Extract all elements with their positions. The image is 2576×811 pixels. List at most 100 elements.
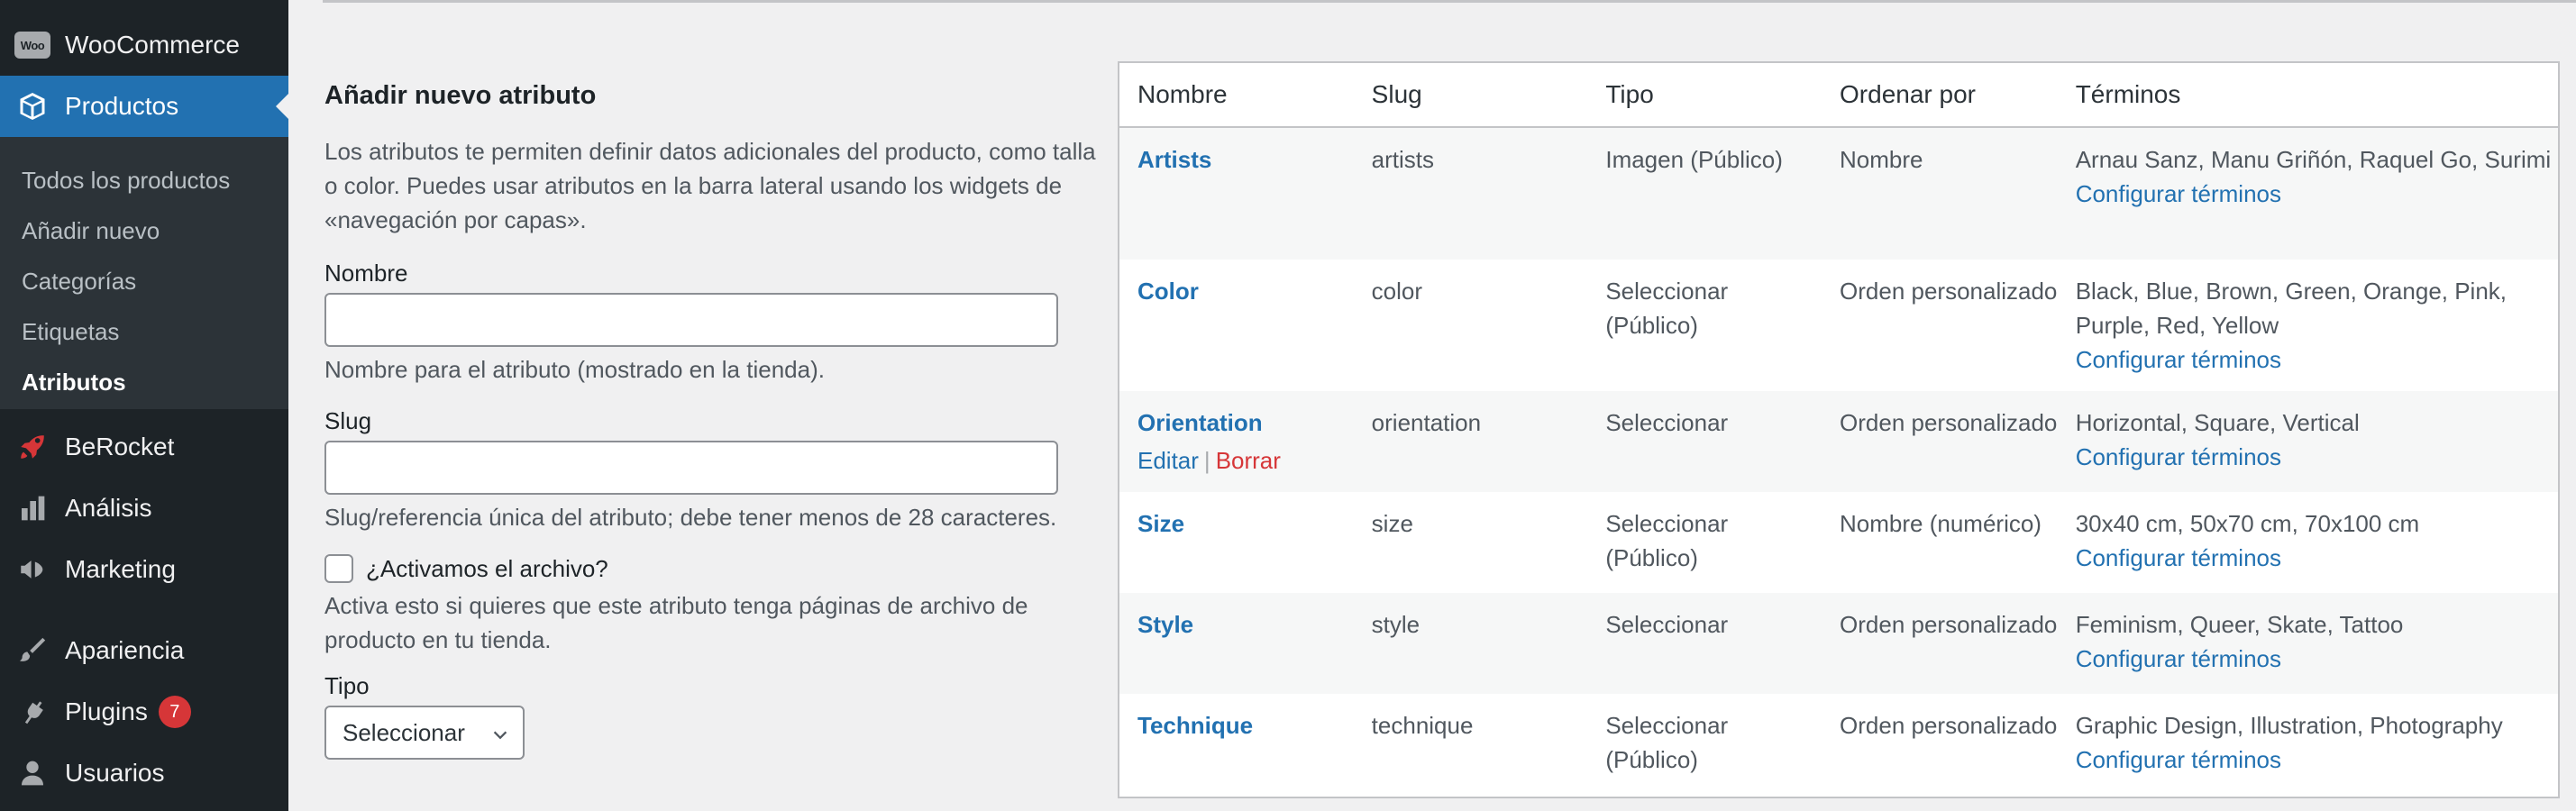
archive-label: ¿Activamos el archivo? <box>366 554 608 582</box>
menu-marketing-label: Marketing <box>65 555 176 583</box>
add-attribute-form: Añadir nuevo atributo Los atributos te p… <box>324 81 1100 760</box>
attribute-slug: size <box>1371 510 1413 537</box>
slug-label: Slug <box>324 407 372 434</box>
configure-terms-link[interactable]: Configurar términos <box>2076 541 2558 575</box>
attributes-table: Nombre Slug Tipo Ordenar por Términos Ar… <box>1118 61 2560 798</box>
row-actions: Editar | Borrar <box>1137 447 1281 474</box>
chevron-down-icon <box>490 724 510 752</box>
attribute-name-link[interactable]: Technique <box>1137 712 1253 739</box>
slug-input[interactable] <box>324 441 1058 495</box>
rocket-icon <box>0 432 65 462</box>
attribute-name-link[interactable]: Style <box>1137 611 1193 638</box>
nombre-input[interactable] <box>324 293 1058 347</box>
table-row: Artists artists Imagen (Público) Nombre … <box>1119 128 2558 260</box>
attribute-name-link[interactable]: Artists <box>1137 146 1211 173</box>
attribute-terms: Black, Blue, Brown, Green, Orange, Pink,… <box>2075 278 2507 339</box>
table-row: Orientation Editar | Borrar orientation Se… <box>1119 391 2558 492</box>
configure-terms-link[interactable]: Configurar términos <box>2076 743 2558 777</box>
menu-usuarios-label: Usuarios <box>65 759 165 787</box>
submenu-anadir-nuevo[interactable]: Añadir nuevo <box>0 205 288 256</box>
menu-analisis[interactable]: Análisis <box>0 478 288 539</box>
admin-sidebar: Woo WooCommerce Productos Todos los prod… <box>0 0 288 811</box>
menu-marketing[interactable]: Marketing <box>0 539 288 600</box>
attribute-name-link[interactable]: Color <box>1137 278 1199 305</box>
attribute-slug: style <box>1371 611 1420 638</box>
table-header: Nombre Slug Tipo Ordenar por Términos <box>1119 63 2558 128</box>
menu-plugins[interactable]: Plugins 7 <box>0 681 288 743</box>
plug-icon <box>0 697 65 727</box>
user-icon <box>0 759 65 788</box>
attribute-order: Nombre (numérico) <box>1840 510 2042 537</box>
header-terminos: Términos <box>2075 80 2181 108</box>
menu-productos[interactable]: Productos <box>0 76 288 137</box>
attribute-name-link[interactable]: Size <box>1137 510 1184 537</box>
menu-plugins-label: Plugins <box>65 697 148 725</box>
form-description: Los atributos te permiten definir datos … <box>324 138 1096 233</box>
submenu-etiquetas[interactable]: Etiquetas <box>0 306 288 357</box>
attribute-terms: Arnau Sanz, Manu Griñón, Raquel Go, Suri… <box>2075 146 2552 173</box>
menu-productos-label: Productos <box>65 92 179 120</box>
attribute-name-link[interactable]: Orientation <box>1137 406 1354 440</box>
edit-link[interactable]: Editar <box>1137 447 1199 474</box>
menu-usuarios[interactable]: Usuarios <box>0 743 288 804</box>
menu-woocommerce[interactable]: Woo WooCommerce <box>0 14 288 76</box>
header-slug: Slug <box>1371 80 1422 108</box>
attribute-slug: artists <box>1371 146 1435 173</box>
bar-chart-icon <box>0 494 65 523</box>
attribute-type: Seleccionar (Público) <box>1605 278 1729 339</box>
submenu-categorias[interactable]: Categorías <box>0 256 288 306</box>
plugins-update-badge: 7 <box>158 696 191 728</box>
nombre-help: Nombre para el atributo (mostrado en la … <box>324 356 825 383</box>
archive-help: Activa esto si quieres que este atributo… <box>324 592 1028 653</box>
table-row: Color color Seleccionar (Público) Orden … <box>1119 260 2558 391</box>
nombre-label: Nombre <box>324 260 408 287</box>
menu-apariencia-label: Apariencia <box>65 636 185 664</box>
table-row: Technique technique Seleccionar (Público… <box>1119 694 2558 795</box>
menu-woocommerce-label: WooCommerce <box>65 31 240 59</box>
attribute-order: Orden personalizado <box>1840 611 2058 638</box>
attribute-order: Orden personalizado <box>1840 278 2058 305</box>
tipo-select[interactable]: Seleccionar <box>324 706 525 760</box>
productos-submenu: Todos los productos Añadir nuevo Categor… <box>0 137 288 409</box>
attribute-slug: technique <box>1371 712 1474 739</box>
attribute-terms: Horizontal, Square, Vertical <box>2075 409 2360 436</box>
attribute-type: Seleccionar (Público) <box>1605 510 1729 571</box>
table-row: Size size Seleccionar (Público) Nombre (… <box>1119 492 2558 593</box>
attribute-type: Seleccionar <box>1605 409 1729 436</box>
attribute-slug: color <box>1371 278 1423 305</box>
attribute-terms: Graphic Design, Illustration, Photograph… <box>2075 712 2503 739</box>
attribute-type: Imagen (Público) <box>1605 146 1783 173</box>
header-nombre: Nombre <box>1137 80 1228 108</box>
attribute-terms: Feminism, Queer, Skate, Tattoo <box>2075 611 2404 638</box>
attribute-order: Orden personalizado <box>1840 409 2058 436</box>
menu-apariencia[interactable]: Apariencia <box>0 620 288 681</box>
woocommerce-icon: Woo <box>0 32 65 59</box>
archive-checkbox[interactable] <box>324 554 353 583</box>
archive-row: ¿Activamos el archivo? <box>324 554 1100 583</box>
slug-help: Slug/referencia única del atributo; debe… <box>324 504 1057 531</box>
attribute-order: Nombre <box>1840 146 1923 173</box>
header-ordenar: Ordenar por <box>1840 80 1976 108</box>
attribute-terms: 30x40 cm, 50x70 cm, 70x100 cm <box>2075 510 2420 537</box>
form-title: Añadir nuevo atributo <box>324 81 597 110</box>
attribute-type: Seleccionar <box>1605 611 1729 638</box>
configure-terms-link[interactable]: Configurar términos <box>2076 642 2558 676</box>
paintbrush-icon <box>0 635 65 666</box>
tipo-select-value: Seleccionar <box>343 718 465 746</box>
delete-link[interactable]: Borrar <box>1216 447 1281 474</box>
megaphone-icon <box>0 554 65 585</box>
table-row: Style style Seleccionar Orden personaliz… <box>1119 593 2558 694</box>
attribute-slug: orientation <box>1371 409 1482 436</box>
configure-terms-link[interactable]: Configurar términos <box>2076 342 2558 377</box>
menu-berocket[interactable]: BeRocket <box>0 416 288 478</box>
menu-berocket-label: BeRocket <box>65 433 175 460</box>
configure-terms-link[interactable]: Configurar términos <box>2076 177 2558 211</box>
menu-analisis-label: Análisis <box>65 494 152 522</box>
submenu-todos-productos[interactable]: Todos los productos <box>0 155 288 205</box>
attribute-order: Orden personalizado <box>1840 712 2058 739</box>
configure-terms-link[interactable]: Configurar términos <box>2076 440 2558 474</box>
header-tipo: Tipo <box>1605 80 1654 108</box>
attribute-type: Seleccionar (Público) <box>1605 712 1729 773</box>
box-icon <box>0 90 65 123</box>
submenu-atributos[interactable]: Atributos <box>0 357 288 407</box>
